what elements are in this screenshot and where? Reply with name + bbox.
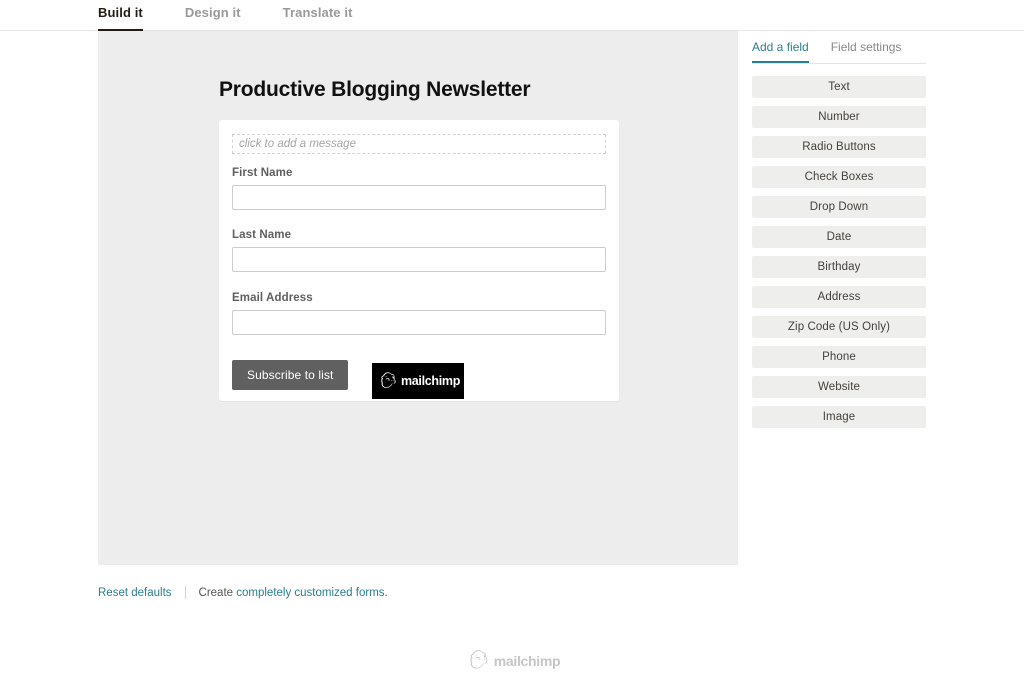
add-field-date[interactable]: Date [752,226,926,248]
customized-forms-link[interactable]: completely customized forms [236,587,384,599]
last-name-input[interactable] [232,247,606,272]
create-suffix-label: . [384,586,388,599]
form-card: click to add a message First Name Last N… [219,120,619,401]
form-field-email-address: Email Address [232,292,606,335]
add-field-text[interactable]: Text [752,76,926,98]
form-message-placeholder[interactable]: click to add a message [232,134,606,154]
add-field-image[interactable]: Image [752,406,926,428]
first-name-input[interactable] [232,185,606,210]
form-field-first-name: First Name [232,167,606,210]
field-label-email-address: Email Address [232,292,313,304]
add-field-button-list: Text Number Radio Buttons Check Boxes Dr… [752,76,926,428]
sidebar-tab-list: Add a field Field settings [752,40,926,64]
mailchimp-badge[interactable]: mailchimp [372,363,464,399]
tab-add-a-field[interactable]: Add a field [752,40,809,63]
right-sidebar: Add a field Field settings Text Number R… [752,40,926,436]
tab-build-it[interactable]: Build it [98,0,143,33]
top-tab-bar: Build it Design it Translate it [0,0,1024,33]
footer-mailchimp-logo: mailchimp [0,645,1024,676]
add-field-birthday[interactable]: Birthday [752,256,926,278]
add-field-website[interactable]: Website [752,376,926,398]
field-label-last-name: Last Name [232,229,292,241]
create-forms-text: Create completely customized forms. [199,587,388,599]
create-prefix-label: Create [198,586,234,599]
mailchimp-freddie-icon [464,645,488,676]
top-tab-list: Build it Design it Translate it [98,0,395,33]
footer-divider [184,586,186,599]
add-field-address[interactable]: Address [752,286,926,308]
mailchimp-badge-wordmark: mailchimp [400,374,461,388]
mailchimp-freddie-icon [376,368,396,395]
field-label-first-name: First Name [232,167,293,179]
add-field-check-boxes[interactable]: Check Boxes [752,166,926,188]
tab-field-settings[interactable]: Field settings [831,40,902,63]
add-field-zip-code[interactable]: Zip Code (US Only) [752,316,926,338]
footer-links: Reset defaults Create completely customi… [98,586,388,599]
tab-translate-it[interactable]: Translate it [283,0,353,33]
form-field-last-name: Last Name [232,229,606,272]
add-field-number[interactable]: Number [752,106,926,128]
form-preview-canvas: Productive Blogging Newsletter click to … [98,31,738,565]
email-address-input[interactable] [232,310,606,335]
reset-defaults-link[interactable]: Reset defaults [98,587,172,599]
footer-logo-wordmark: mailchimp [493,652,561,669]
tab-design-it[interactable]: Design it [185,0,241,33]
add-field-radio-buttons[interactable]: Radio Buttons [752,136,926,158]
add-field-phone[interactable]: Phone [752,346,926,368]
add-field-drop-down[interactable]: Drop Down [752,196,926,218]
subscribe-to-list-button[interactable]: Subscribe to list [232,360,349,390]
form-title[interactable]: Productive Blogging Newsletter [219,78,531,102]
